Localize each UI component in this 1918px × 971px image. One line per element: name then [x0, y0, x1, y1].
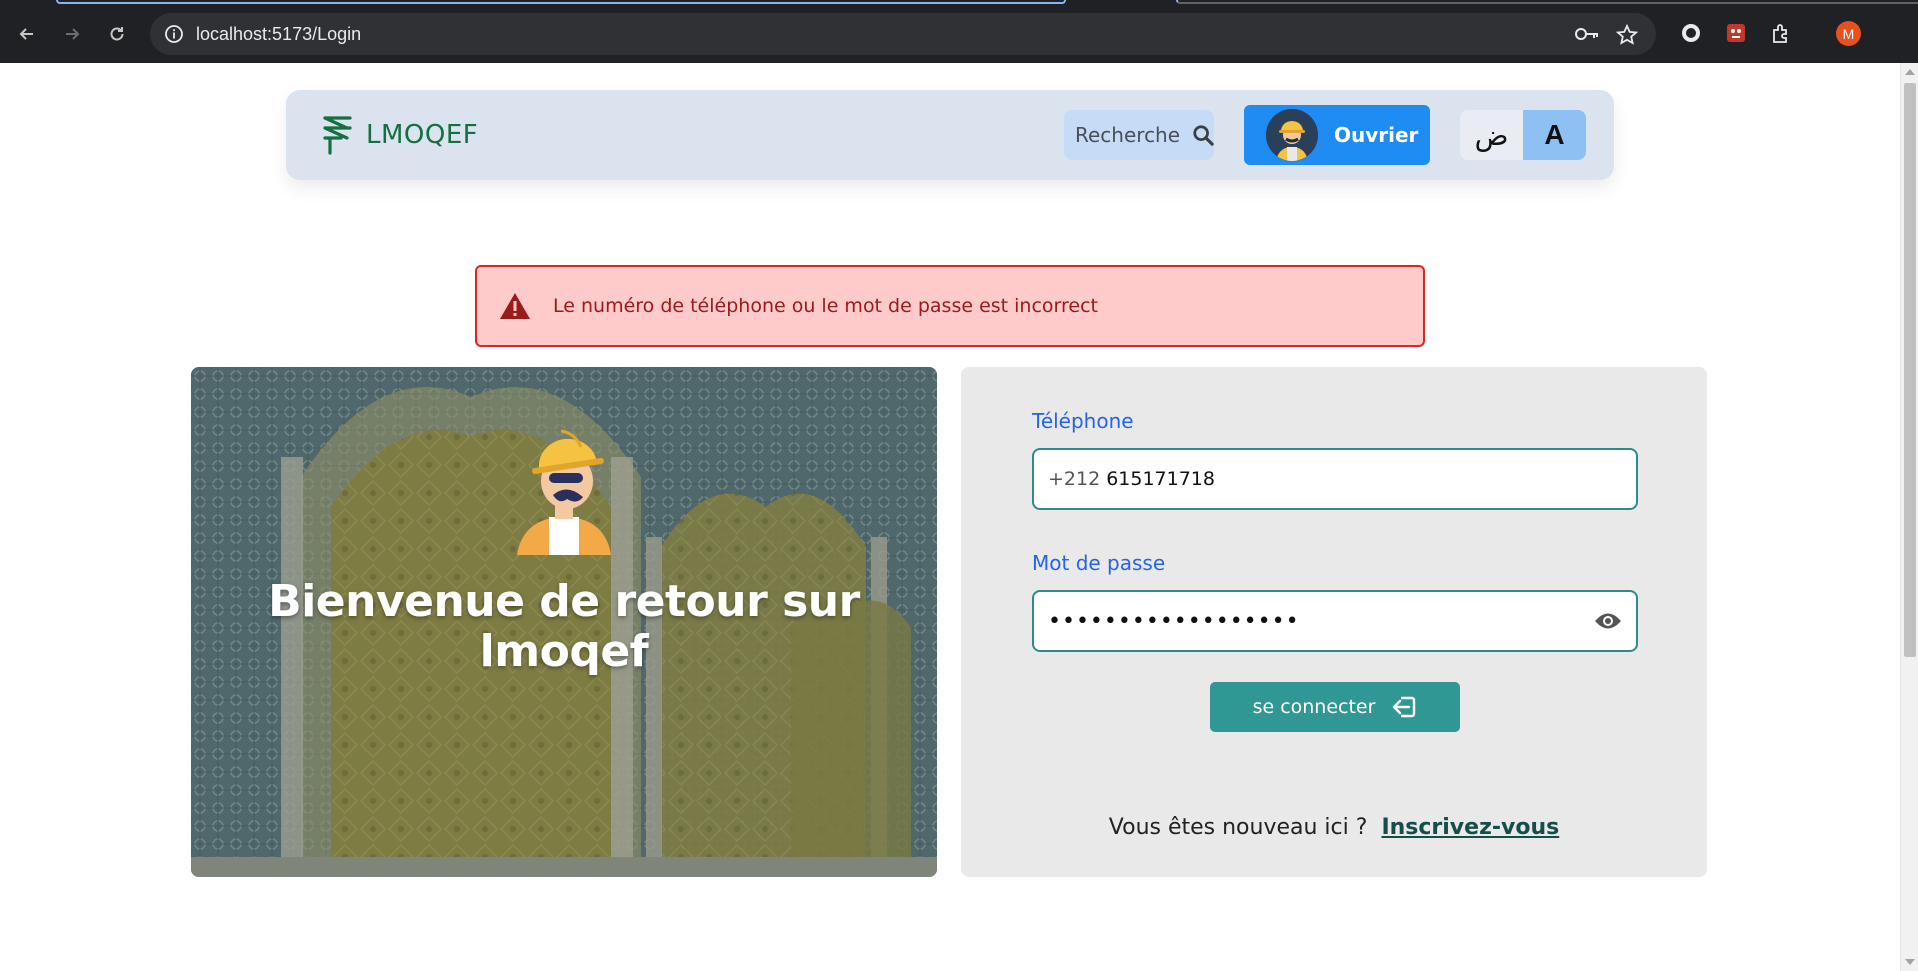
bookmark-star-icon[interactable]	[1615, 23, 1639, 51]
brand-name: LMOQEF	[366, 120, 479, 150]
language-switch: ض A	[1460, 110, 1586, 160]
login-form: Téléphone +212 615171718 Mot de passe ••…	[961, 367, 1707, 877]
password-input[interactable]: ••••••••••••••••••	[1032, 590, 1638, 652]
extension-red-icon[interactable]	[1723, 20, 1749, 46]
login-button[interactable]: se connecter	[1210, 682, 1460, 732]
role-label: Ouvrier	[1334, 123, 1419, 147]
phone-prefix: +212	[1048, 468, 1101, 490]
welcome-hero: Bienvenue de retour sur lmoqef	[191, 367, 937, 877]
login-enter-icon	[1393, 696, 1416, 718]
lang-latin-button[interactable]: A	[1523, 110, 1586, 160]
hero-title-line1: Bienvenue de retour sur	[268, 576, 860, 627]
back-icon[interactable]	[12, 19, 42, 49]
error-message: Le numéro de téléphone ou le mot de pass…	[553, 295, 1098, 317]
forward-icon[interactable]	[57, 19, 87, 49]
search-icon	[1193, 125, 1214, 146]
hero-title-line2: lmoqef	[479, 626, 649, 677]
worker-mascot-illustration	[517, 429, 611, 555]
profile-avatar[interactable]: M	[1836, 21, 1861, 46]
password-label: Mot de passe	[1032, 551, 1166, 575]
signup-link[interactable]: Inscrivez-vous	[1381, 815, 1559, 840]
active-tab-edge[interactable]	[56, 0, 1066, 4]
signup-question: Vous êtes nouveau ici ?	[1108, 815, 1368, 840]
worker-avatar	[1266, 109, 1318, 161]
brand-logo-icon	[323, 116, 352, 155]
site-navbar: LMOQEF Recherche Ouvrier ض A	[286, 90, 1614, 180]
site-info-icon[interactable]	[164, 24, 184, 49]
password-value: ••••••••••••••••••	[1048, 608, 1300, 634]
page-scrollbar[interactable]	[1900, 63, 1918, 971]
password-key-icon[interactable]	[1574, 24, 1600, 49]
extensions-puzzle-icon[interactable]	[1768, 20, 1794, 46]
extension-icon[interactable]	[1678, 20, 1704, 46]
address-bar[interactable]: localhost:5173/Login	[150, 13, 1656, 55]
scrollbar-thumb[interactable]	[1904, 83, 1916, 657]
scroll-down-icon[interactable]	[1905, 959, 1915, 965]
login-button-label: se connecter	[1252, 696, 1376, 718]
scroll-up-icon[interactable]	[1905, 69, 1915, 75]
role-button[interactable]: Ouvrier	[1244, 105, 1430, 165]
search-button[interactable]: Recherche	[1064, 110, 1214, 160]
url-text[interactable]: localhost:5173/Login	[196, 24, 361, 45]
lang-arabic-button[interactable]: ض	[1460, 110, 1523, 160]
phone-label: Téléphone	[1032, 409, 1134, 433]
show-password-eye-icon[interactable]	[1594, 610, 1622, 637]
browser-chrome: localhost:5173/Login M	[0, 0, 1918, 63]
search-label: Recherche	[1075, 123, 1181, 147]
warning-icon	[500, 293, 530, 319]
reload-icon[interactable]	[102, 19, 132, 49]
signup-prompt: Vous êtes nouveau ici ? Inscrivez-vous	[961, 815, 1707, 840]
phone-value: 615171718	[1106, 468, 1215, 490]
brand-link[interactable]: LMOQEF	[322, 115, 478, 155]
error-alert: Le numéro de téléphone ou le mot de pass…	[475, 265, 1425, 347]
inactive-tab-edge[interactable]	[1176, 0, 1918, 4]
phone-input[interactable]: +212 615171718	[1032, 448, 1638, 510]
hero-title: Bienvenue de retour sur lmoqef	[191, 577, 937, 677]
